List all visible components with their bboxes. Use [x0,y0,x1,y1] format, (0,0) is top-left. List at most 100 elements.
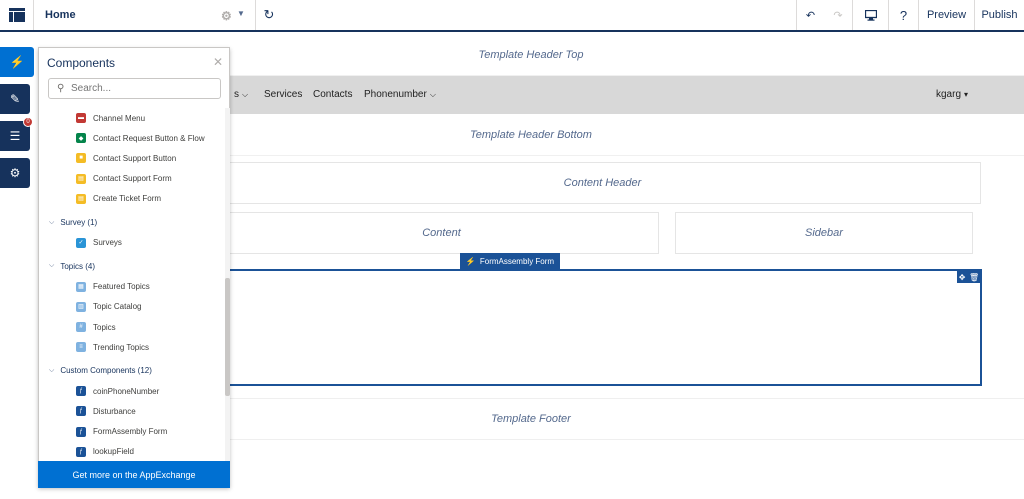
user-menu-label: kgarg [936,89,962,100]
component-item-label: Disturbance [93,406,136,416]
form-icon: ▤ [76,173,86,184]
publish-button[interactable]: Publish [974,0,1024,30]
desktop-icon [864,9,877,21]
builder-toolbar: Home ⚙ ▼ ↻ ↶ ↷ ? Preview Publish [0,0,1024,32]
component-item[interactable]: ƒ lookupField [39,442,134,461]
component-group-label: Custom Components (12) [60,366,152,376]
components-rail-button[interactable]: ⚡ [0,47,34,77]
selected-component[interactable] [228,269,982,386]
redo-icon: ↷ [833,9,843,22]
nav-item-phonenumber[interactable]: Phonenumber ⌵ [364,89,436,100]
grid-icon: ▦ [76,281,86,292]
search-input[interactable] [71,81,216,96]
lightning-icon: ⚡ [465,256,476,266]
component-item[interactable]: ƒ Disturbance [39,401,136,421]
chevron-down-icon: ⌵ [49,262,55,270]
chevron-down-icon[interactable]: ▼ [237,9,245,18]
undo-button[interactable]: ↶ [796,0,824,30]
component-item-label: FormAssembly Form [93,427,168,436]
list-icon: ☰ [9,129,21,143]
nav-item-contacts[interactable]: Contacts [313,89,352,100]
component-item-label: Featured Topics [93,282,150,292]
caret-down-icon: ▾ [964,90,969,99]
help-button[interactable]: ? [888,0,918,30]
content-region[interactable]: Content [224,212,659,254]
component-item[interactable]: ƒ FormAssembly Form [39,422,167,442]
form-icon: ▤ [76,193,86,204]
component-item-label: Create Ticket Form [93,194,162,204]
user-menu[interactable]: kgarg ▾ [936,89,968,100]
component-item[interactable]: ▤ Contact Support Form [39,169,172,189]
chevron-down-icon: ⌵ [49,366,55,374]
menu-icon: ▬ [76,113,86,123]
preview-button[interactable]: Preview [918,0,974,30]
catalog-icon: ▥ [76,301,86,312]
delete-icon[interactable]: 🗑 [969,273,979,282]
nav-item-partial-label: s [234,89,239,100]
component-item[interactable]: ◆ Contact Request Button & Flow [39,128,205,148]
function-icon: ƒ [76,446,86,457]
button-icon: ■ [76,153,86,164]
search-box: ⚲ [48,78,221,99]
close-icon[interactable]: ✕ [213,55,223,69]
function-icon: ƒ [76,426,86,437]
refresh-icon: ↻ [263,7,275,22]
component-group-header[interactable]: ⌵ Custom Components (12) [39,361,152,381]
refresh-button[interactable]: ↻ [256,0,282,30]
lightning-icon: ⚡ [9,55,25,69]
component-item[interactable]: ≡ Trending Topics [39,337,149,357]
nav-item-phonenumber-label: Phonenumber [364,89,427,100]
settings-rail-button[interactable]: ⚙ [0,158,30,188]
component-item-label: Contact Support Form [93,174,172,184]
appexchange-link[interactable]: Get more on the AppExchange [38,461,230,488]
component-item[interactable]: ƒ coinPhoneNumber [39,381,159,401]
component-item-label: Topics [93,322,116,332]
component-item[interactable]: ▬ Channel Menu [39,108,145,128]
component-item-label: Channel Menu [93,113,146,123]
device-preview-button[interactable] [852,0,888,30]
chevron-down-icon: ⌵ [49,218,55,226]
selected-component-tab[interactable]: ⚡ FormAssembly Form [460,253,560,269]
page-settings-icon[interactable]: ⚙ [221,9,232,23]
component-group-label: Survey (1) [60,218,98,227]
component-group-header[interactable]: ⌵ Topics (4) [39,256,95,276]
component-item-label: Contact Request Button & Flow [93,133,205,143]
scrollbar-thumb[interactable] [225,278,230,396]
theme-rail-button[interactable]: ✎ [0,84,30,114]
component-item[interactable]: ▤ Create Ticket Form [39,189,161,209]
gear-icon: ⚙ [9,166,21,180]
component-item[interactable]: ■ Contact Support Button [39,148,176,168]
builder-rail: ⚡ ✎ ☰ 0 ⚙ [0,47,34,199]
hash-icon: # [76,322,86,332]
content-header-region[interactable]: Content Header [224,162,981,204]
component-item[interactable]: ▥ Topic Catalog [39,297,141,317]
app-menu-button[interactable] [0,0,34,30]
component-item[interactable]: ✓ Surveys [39,233,122,253]
layout-icon [8,8,25,22]
component-group-label: Topics (4) [60,261,95,271]
panel-title: Components [47,56,116,70]
function-icon: ƒ [76,406,86,417]
components-panel: Components ✕ ⚲ ▬ Channel Menu ◆ Contact Req… [38,47,230,488]
nav-item-partial[interactable]: s ⌵ [234,89,248,100]
move-icon[interactable]: ✥ [959,273,966,282]
component-item-label: Trending Topics [93,342,150,352]
flow-icon: ◆ [76,133,86,144]
component-item[interactable]: ▦ Featured Topics [39,277,150,297]
component-group-header[interactable]: ⌵ Survey (1) [39,213,97,233]
nav-item-services[interactable]: Services [264,89,302,100]
component-item-label: Contact Support Button [93,153,177,163]
sidebar-region[interactable]: Sidebar [675,212,973,254]
component-item[interactable]: # Topics [39,317,116,337]
component-item-label: Topic Catalog [93,302,142,312]
component-item-label: lookupField [93,447,134,457]
page-selector[interactable]: Home ⚙ ▼ [34,0,256,30]
redo-button[interactable]: ↷ [824,0,852,30]
function-icon: ƒ [76,386,86,397]
notification-badge: 0 [23,117,33,127]
undo-icon: ↶ [805,9,816,22]
list-icon: ≡ [76,342,86,353]
component-tools: ✥ 🗑 [957,271,981,283]
chevron-down-icon: ⌵ [242,90,249,99]
